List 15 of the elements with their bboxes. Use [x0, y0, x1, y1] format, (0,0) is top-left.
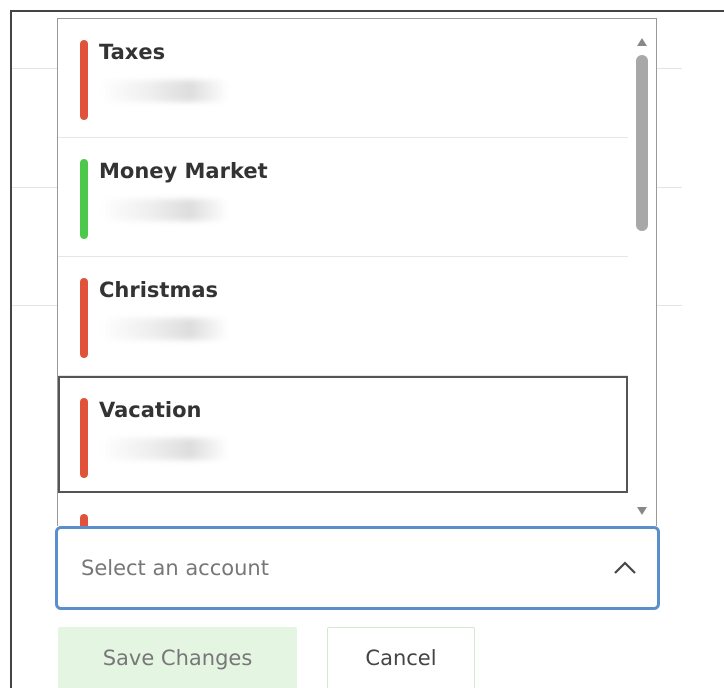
account-option[interactable]: Christmas — [58, 257, 628, 376]
scroll-thumb[interactable] — [636, 55, 648, 231]
chevron-up-icon — [613, 561, 637, 575]
account-option[interactable]: Taxes — [58, 19, 628, 138]
account-option[interactable]: Vacation — [58, 376, 628, 493]
account-select[interactable]: Select an account — [55, 526, 660, 610]
account-name: Christmas — [99, 278, 220, 302]
placeholder-text: Select an account — [81, 556, 269, 580]
account-name: Vacation — [99, 398, 203, 422]
account-name: Money Market — [99, 159, 268, 183]
scroll-up-icon[interactable] — [636, 37, 648, 47]
scroll-down-icon[interactable] — [636, 506, 648, 516]
account-option[interactable]: Money Market — [58, 138, 628, 257]
account-name: Taxes — [99, 40, 166, 64]
cancel-button[interactable]: Cancel — [327, 627, 475, 688]
